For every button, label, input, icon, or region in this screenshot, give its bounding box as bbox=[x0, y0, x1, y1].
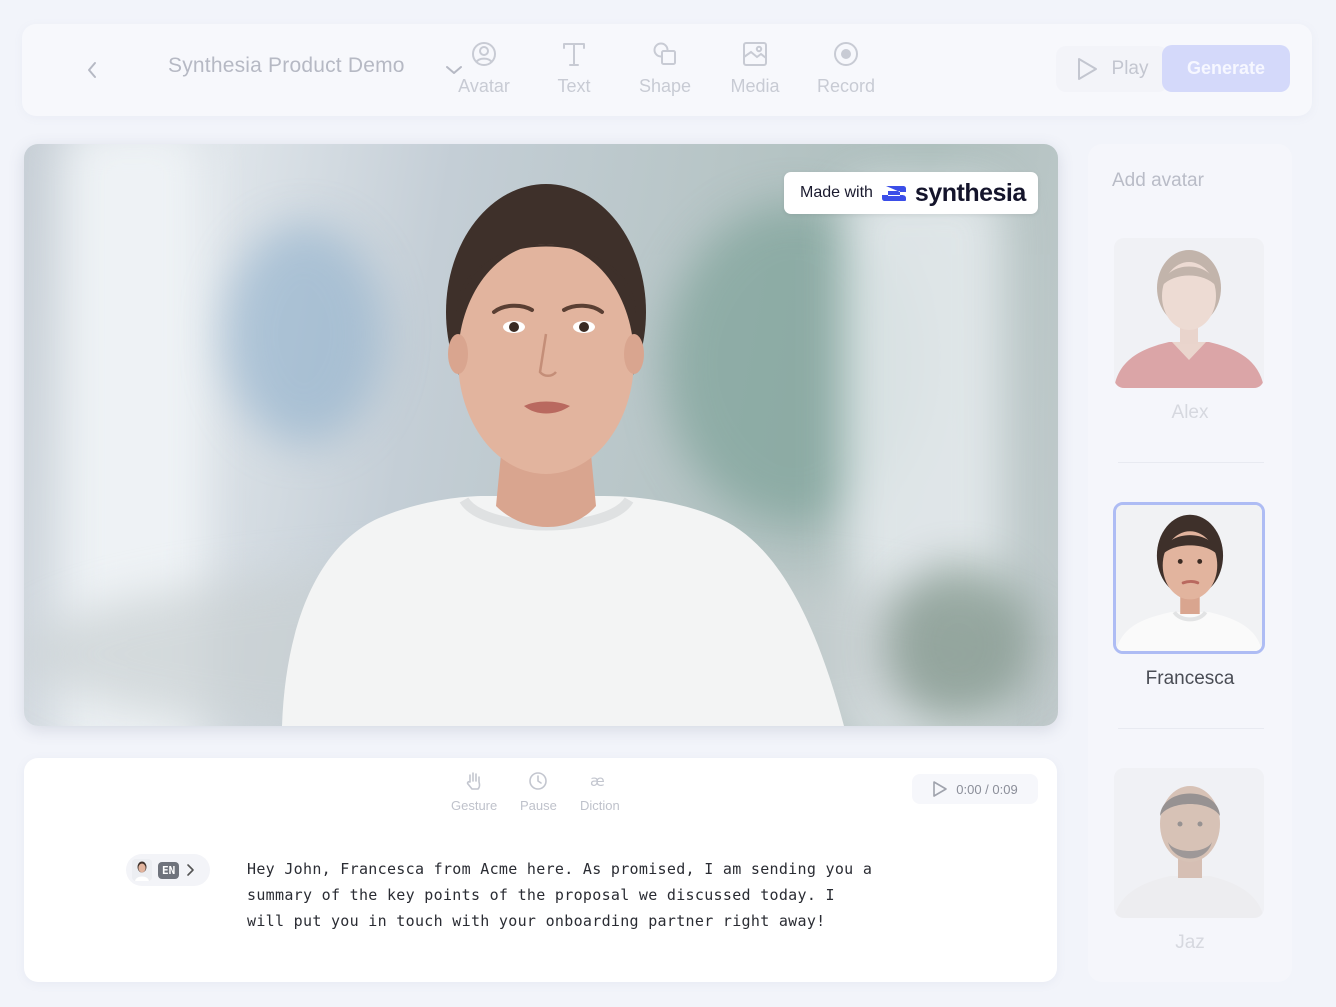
media-icon bbox=[743, 42, 767, 66]
record-icon bbox=[834, 42, 858, 66]
pause-button[interactable]: Pause bbox=[520, 770, 557, 813]
ae-ligature-icon: æ bbox=[590, 773, 605, 789]
avatar-card-francesca[interactable] bbox=[1113, 502, 1265, 654]
play-button[interactable]: Play bbox=[1056, 46, 1168, 92]
gesture-label: Gesture bbox=[451, 798, 498, 813]
play-icon bbox=[1077, 58, 1097, 80]
avatar-image bbox=[1114, 768, 1264, 918]
video-preview[interactable]: Made with synthesia bbox=[24, 144, 1058, 726]
watermark-brand: synthesia bbox=[914, 178, 1026, 207]
avatar-image bbox=[1116, 505, 1262, 651]
tool-media[interactable]: Media bbox=[715, 38, 795, 104]
tool-record-label: Record bbox=[816, 76, 876, 96]
script-text[interactable]: Hey John, Francesca from Acme here. As p… bbox=[247, 856, 877, 934]
watermark-prefix: Made with bbox=[800, 184, 873, 201]
avatar-thumbnail bbox=[132, 859, 152, 881]
generate-button[interactable]: Generate bbox=[1162, 45, 1290, 92]
avatar-name-jaz: Jaz bbox=[1175, 932, 1205, 953]
avatar-card-jaz[interactable] bbox=[1114, 768, 1264, 918]
play-label: Play bbox=[1111, 58, 1149, 79]
back-button[interactable] bbox=[78, 56, 106, 84]
shape-icon bbox=[653, 42, 676, 65]
diction-label: Diction bbox=[580, 798, 620, 813]
voice-language-selector[interactable]: EN bbox=[126, 854, 210, 886]
tool-record[interactable]: Record bbox=[806, 38, 886, 104]
clock-icon bbox=[529, 772, 548, 790]
diction-button[interactable]: æ Diction bbox=[580, 770, 620, 813]
divider bbox=[1118, 728, 1264, 729]
text-icon bbox=[563, 43, 585, 66]
tool-shape[interactable]: Shape bbox=[625, 38, 705, 104]
made-with-watermark: Made with synthesia bbox=[784, 172, 1038, 214]
avatar-card-alex[interactable] bbox=[1114, 238, 1264, 388]
tool-shape-label: Shape bbox=[638, 76, 692, 96]
avatar-name-alex: Alex bbox=[1171, 402, 1209, 423]
divider bbox=[1118, 462, 1264, 463]
play-icon bbox=[933, 781, 948, 797]
tool-avatar-label: Avatar bbox=[458, 76, 510, 96]
panel-title: Add avatar bbox=[1112, 170, 1204, 191]
language-badge: EN bbox=[158, 861, 180, 879]
timer-text: 0:00 / 0:09 bbox=[956, 781, 1018, 797]
gesture-button[interactable]: Gesture bbox=[451, 770, 497, 813]
avatar-panel: Add avatar Alex Francesca Jaz bbox=[1088, 144, 1292, 982]
avatar-name-francesca: Francesca bbox=[1145, 668, 1235, 689]
tool-avatar[interactable]: Avatar bbox=[444, 38, 524, 104]
playback-timer[interactable]: 0:00 / 0:09 bbox=[912, 774, 1038, 804]
chevron-left-icon bbox=[88, 62, 96, 78]
script-editor: Gesture Pause æ Diction 0:00 / 0:09 EN H… bbox=[24, 758, 1057, 982]
top-toolbar: Synthesia Product Demo Avatar Text Shape… bbox=[22, 24, 1312, 116]
chevron-right-icon bbox=[187, 864, 195, 876]
tool-media-label: Media bbox=[730, 76, 780, 96]
synthesia-logo-icon bbox=[881, 186, 906, 201]
avatar-image bbox=[1114, 238, 1264, 388]
pause-label: Pause bbox=[520, 798, 557, 813]
user-circle-icon bbox=[472, 42, 496, 66]
tool-text[interactable]: Text bbox=[534, 38, 614, 104]
svg-text:æ: æ bbox=[590, 773, 605, 789]
hand-icon bbox=[466, 772, 481, 790]
project-title[interactable]: Synthesia Product Demo bbox=[168, 54, 405, 78]
presenter-avatar bbox=[282, 184, 844, 726]
tool-text-label: Text bbox=[557, 76, 591, 96]
